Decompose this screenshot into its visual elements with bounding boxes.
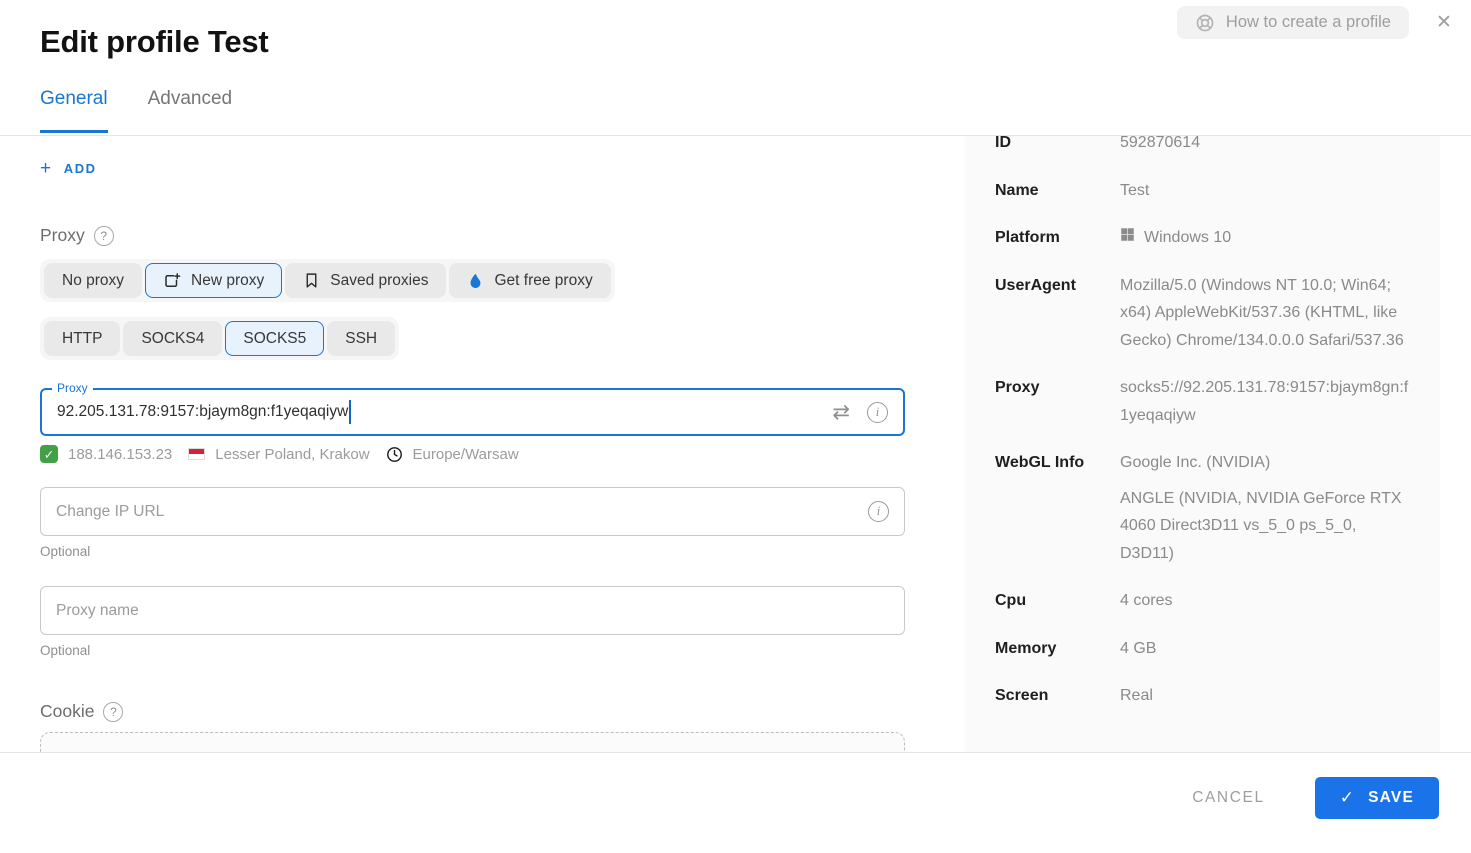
summary-row-platform: Platform Windows 10 [995,224,1410,252]
proxy-name-field [40,586,905,635]
add-button[interactable]: + ADD [40,159,97,178]
info-icon[interactable]: i [868,501,889,522]
proxy-name-input[interactable] [56,602,889,620]
change-ip-url-input[interactable] [56,503,868,521]
proxy-mode-get-free-proxy[interactable]: Get free proxy [449,263,610,298]
summary-row-name: Name Test [995,177,1410,205]
check-success-icon: ✓ [40,445,58,463]
summary-row-proxy: Proxy socks5://92.205.131.78:9157:bjaym8… [995,374,1410,429]
summary-row-webgl: WebGL Info Google Inc. (NVIDIA) ANGLE (N… [995,449,1410,567]
change-ip-helper: Optional [40,544,905,559]
plus-icon: + [40,159,53,178]
bookmark-icon [303,272,320,289]
protocol-http[interactable]: HTTP [44,321,120,356]
protocol-ssh[interactable]: SSH [327,321,395,356]
help-button-label: How to create a profile [1226,13,1391,32]
save-button[interactable]: ✓ SAVE [1315,777,1439,819]
text-caret [349,400,351,424]
lifebuoy-icon [1195,13,1215,33]
proxy-help-icon[interactable]: ? [94,226,114,246]
proxy-check-timezone: Europe/Warsaw [413,446,519,463]
poland-flag-icon [188,448,205,460]
page-title: Edit profile Test [40,24,269,60]
proxy-check-location: Lesser Poland, Krakow [215,446,369,463]
profile-summary-panel: ID 592870614 Name Test Platform [965,136,1440,752]
proxy-protocol-row: HTTP SOCKS4 SOCKS5 SSH [40,317,905,360]
proxy-mode-new-proxy[interactable]: New proxy [145,263,282,298]
proxy-input[interactable]: Proxy 92.205.131.78:9157:bjaym8gn:f1yeqa… [40,388,905,436]
proxy-check-status: ✓ 188.146.153.23 Lesser Poland, Krakow E… [40,445,905,463]
summary-row-useragent: UserAgent Mozilla/5.0 (Windows NT 10.0; … [995,272,1410,355]
summary-row-cpu: Cpu 4 cores [995,587,1410,615]
cancel-button[interactable]: CANCEL [1186,788,1270,808]
proxy-section-label: Proxy ? [40,225,905,246]
proxy-name-helper: Optional [40,643,905,658]
form-column: + ADD Proxy ? No proxy [40,136,905,752]
proxy-check-ip: 188.146.153.23 [68,446,172,463]
change-ip-url-field: i [40,487,905,536]
windows-icon [1120,224,1135,252]
proxy-input-label: Proxy [52,381,93,395]
modal-body: + ADD Proxy ? No proxy [0,136,1471,752]
flame-icon [467,272,484,290]
new-proxy-icon [163,272,181,290]
proxy-mode-no-proxy[interactable]: No proxy [44,263,142,298]
swap-arrows-icon[interactable]: ⇄ [832,402,850,423]
tab-general[interactable]: General [40,88,108,133]
info-icon[interactable]: i [867,402,888,423]
cookie-dropzone[interactable] [40,732,905,752]
cookie-help-icon[interactable]: ? [103,702,123,722]
tab-advanced[interactable]: Advanced [148,88,233,133]
checkmark-icon: ✓ [1340,788,1355,808]
proxy-mode-row: No proxy New proxy [40,259,905,302]
proxy-mode-saved-proxies[interactable]: Saved proxies [285,263,446,298]
save-button-label: SAVE [1368,789,1414,807]
protocol-socks4[interactable]: SOCKS4 [123,321,222,356]
protocol-socks5[interactable]: SOCKS5 [225,321,324,356]
tab-bar: General Advanced [40,88,232,133]
add-button-label: ADD [64,161,97,176]
close-icon[interactable]: ✕ [1431,10,1457,36]
summary-row-screen: Screen Real [995,682,1410,710]
summary-row-memory: Memory 4 GB [995,635,1410,663]
proxy-input-value: 92.205.131.78:9157:bjaym8gn:f1yeqaqiyw [57,403,348,421]
summary-row-id: ID 592870614 [995,136,1410,157]
cookie-section-label: Cookie ? [40,701,905,722]
modal-footer: CANCEL ✓ SAVE [0,752,1471,853]
clock-icon [386,446,403,463]
how-to-create-profile-button[interactable]: How to create a profile [1177,6,1409,39]
